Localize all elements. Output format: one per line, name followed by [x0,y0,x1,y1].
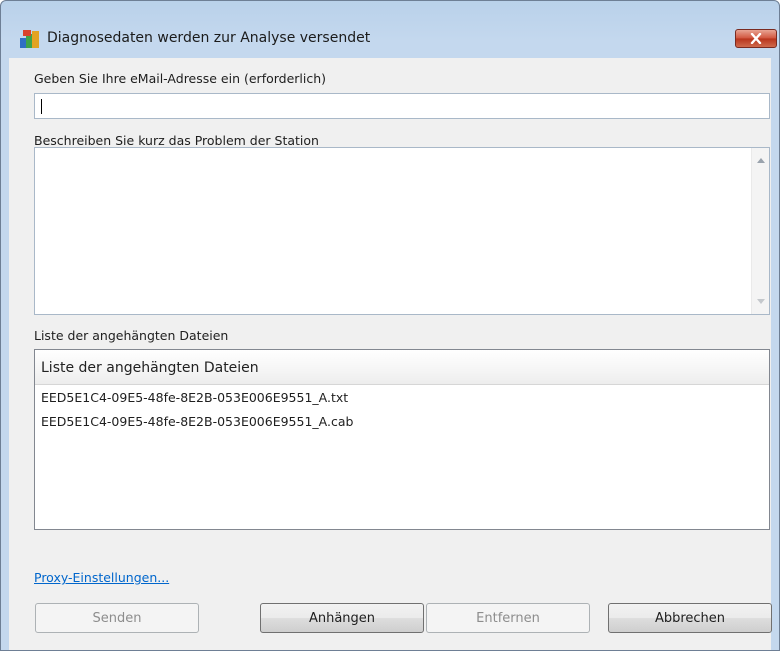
problem-label: Beschreiben Sie kurz das Problem der Sta… [34,133,319,148]
attachments-list[interactable]: Liste der angehängten Dateien EED5E1C4-0… [34,349,770,530]
column-header-label: Liste der angehängten Dateien [41,360,259,376]
avg-app-icon [20,30,39,48]
remove-button[interactable]: Entfernen [426,603,590,633]
scroll-up-arrow-icon[interactable] [757,158,765,163]
title-bar[interactable]: Diagnosedaten werden zur Analyse versend… [1,1,779,51]
list-item[interactable]: EED5E1C4-09E5-48fe-8E2B-053E006E9551_A.t… [41,390,348,405]
proxy-settings-link[interactable]: Proxy-Einstellungen... [34,570,169,585]
scroll-down-arrow-icon[interactable] [757,299,765,304]
attachments-label: Liste der angehängten Dateien [34,328,229,343]
problem-textarea[interactable] [34,147,770,315]
attachments-column-header[interactable]: Liste der angehängten Dateien [35,350,769,385]
attach-button[interactable]: Anhängen [260,603,424,633]
list-item[interactable]: EED5E1C4-09E5-48fe-8E2B-053E006E9551_A.c… [41,414,353,429]
dialog-window: Diagnosedaten werden zur Analyse versend… [0,0,780,651]
dialog-body: Geben Sie Ihre eMail-Adresse ein (erford… [9,58,772,650]
text-caret [41,99,42,114]
send-button[interactable]: Senden [35,603,199,633]
window-title: Diagnosedaten werden zur Analyse versend… [47,30,371,46]
email-label: Geben Sie Ihre eMail-Adresse ein (erford… [34,71,327,86]
close-icon [750,33,762,44]
problem-scrollbar[interactable] [751,148,769,314]
close-button[interactable] [735,29,777,48]
email-field[interactable] [34,93,770,119]
cancel-button[interactable]: Abbrechen [608,603,772,633]
